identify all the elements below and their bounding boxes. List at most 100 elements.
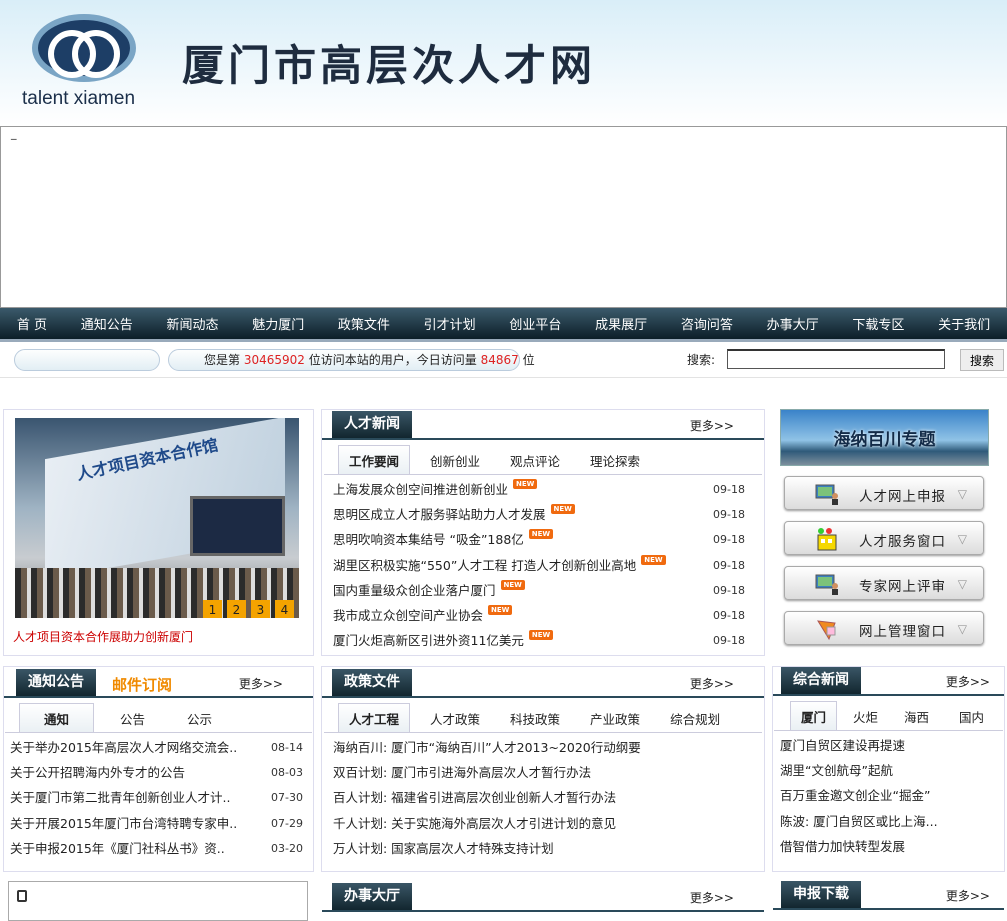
site-logo[interactable]: talent xiamen	[20, 12, 150, 112]
policy-more[interactable]: 更多>>	[690, 675, 734, 692]
notices-list: 关于举办2015年高层次人才网络交流会.. 08-14 关于公开招聘海内外专才的公…	[10, 735, 303, 861]
general-news-more[interactable]: 更多>>	[946, 673, 990, 690]
list-item[interactable]: 国内重量级众创企业落户厦门 NEW 09-18	[333, 578, 745, 603]
service-window-icon	[817, 528, 837, 551]
list-item[interactable]: 湖里区积极实施“550”人才工程 打造人才创新创业高地 NEW 09-18	[333, 553, 745, 578]
list-item[interactable]: 百万重金邀文创企业“掘金”	[780, 783, 1000, 808]
nav-qa[interactable]: 咨询问答	[681, 314, 733, 333]
tab-torch[interactable]: 火炬	[849, 702, 882, 730]
nav-recruit-plan[interactable]: 引才计划	[424, 314, 476, 333]
tab-notice[interactable]: 通知	[19, 703, 95, 732]
photo-caption[interactable]: 人才项目资本合作展助力创新厦门	[13, 628, 193, 645]
tab-xiamen[interactable]: 厦门	[790, 701, 838, 730]
new-badge: NEW	[641, 554, 666, 565]
talent-service-button[interactable]: 人才服务窗口 ▽	[784, 521, 984, 555]
news-title: 国内重量级众创企业落户厦门	[333, 582, 496, 598]
news-title: 上海发展众创空间推进创新创业	[333, 482, 509, 497]
tab-opinion[interactable]: 观点评论	[500, 446, 570, 474]
list-item[interactable]: 思明吹响资本集结号 “吸金”188亿 NEW 09-18	[333, 527, 745, 552]
list-item[interactable]: 陈波: 厦门自贸区或比上海...	[780, 809, 1000, 834]
nav-service-hall[interactable]: 办事大厅	[767, 314, 819, 333]
talent-news-more[interactable]: 更多>>	[690, 417, 734, 434]
tab-divider	[324, 474, 762, 475]
general-news-tabs: 厦门 火炬 海西 国内	[790, 701, 992, 730]
news-title: 厦门火炬高新区引进外资11亿美元	[333, 633, 524, 649]
tab-announcement[interactable]: 公告	[104, 704, 161, 732]
service-hall-more[interactable]: 更多>>	[690, 889, 734, 906]
logo-icon	[32, 14, 136, 82]
online-admin-label: 网上管理窗口	[859, 624, 946, 640]
banner-placeholder: _	[11, 127, 17, 140]
haina-banner[interactable]: 海纳百川专题	[780, 409, 989, 466]
tab-talent-policy[interactable]: 人才政策	[420, 704, 490, 732]
nav-policy[interactable]: 政策文件	[338, 314, 390, 333]
nav-about[interactable]: 关于我们	[938, 314, 990, 333]
monitor-person-icon	[815, 574, 838, 595]
policy-tabs: 人才工程 人才政策 科技政策 产业政策 综合规划	[338, 703, 740, 732]
search-input[interactable]	[727, 349, 945, 369]
tab-tech-policy[interactable]: 科技政策	[500, 704, 570, 732]
nav-news[interactable]: 新闻动态	[166, 314, 218, 333]
tab-work-news[interactable]: 工作要闻	[338, 445, 411, 474]
tab-talent-project[interactable]: 人才工程	[338, 703, 411, 732]
nav-startup[interactable]: 创业平台	[509, 314, 561, 333]
nav-downloads[interactable]: 下载专区	[852, 314, 904, 333]
notice-date: 07-29	[271, 816, 303, 830]
slide-button-4[interactable]: 4	[275, 600, 294, 618]
slide-button-2[interactable]: 2	[227, 600, 246, 618]
expert-review-button[interactable]: 专家网上评审 ▽	[784, 566, 984, 600]
list-item[interactable]: 海纳百川: 厦门市“海纳百川”人才2013~2020行动纲要	[333, 735, 753, 760]
online-admin-button[interactable]: 网上管理窗口 ▽	[784, 611, 984, 645]
nav-achievements[interactable]: 成果展厅	[595, 314, 647, 333]
tab-planning[interactable]: 综合规划	[660, 704, 730, 732]
slideshow-photo[interactable]: 人才项目资本合作馆 1 2 3 4	[15, 418, 299, 618]
download-title: 申报下载	[781, 881, 861, 908]
list-item[interactable]: 厦门火炬高新区引进外资11亿美元 NEW 09-18	[333, 628, 745, 653]
list-item[interactable]: 上海发展众创空间推进创新创业 NEW 09-18	[333, 477, 745, 502]
notices-more[interactable]: 更多>>	[239, 675, 283, 692]
list-item[interactable]: 关于公开招聘海内外专才的公告 08-03	[10, 760, 303, 785]
tab-publicity[interactable]: 公示	[171, 704, 228, 732]
tab-domestic[interactable]: 国内	[951, 702, 992, 730]
email-subscribe-link[interactable]: 邮件订阅	[112, 674, 172, 695]
news-date: 09-18	[713, 508, 745, 522]
policy-list: 海纳百川: 厦门市“海纳百川”人才2013~2020行动纲要 双百计划: 厦门市…	[333, 735, 753, 861]
list-item[interactable]: 双百计划: 厦门市引进海外高层次人才暂行办法	[333, 760, 753, 785]
list-item[interactable]: 百人计划: 福建省引进高层次创业创新人才暂行办法	[333, 785, 753, 810]
chevron-down-icon: ▽	[957, 532, 967, 546]
nav-charm-xiamen[interactable]: 魅力厦门	[252, 314, 304, 333]
list-item[interactable]: 关于厦门市第二批青年创新创业人才计.. 07-30	[10, 785, 303, 810]
list-item[interactable]: 千人计划: 关于实施海外高层次人才引进计划的意见	[333, 811, 753, 836]
talent-news-header: 人才新闻 更多>>	[322, 410, 764, 440]
new-badge: NEW	[488, 604, 513, 615]
search-button[interactable]: 搜索	[960, 349, 1004, 371]
slide-button-3[interactable]: 3	[251, 600, 270, 618]
chevron-down-icon: ▽	[957, 487, 967, 501]
tab-haixi[interactable]: 海西	[894, 702, 939, 730]
slide-button-1[interactable]: 1	[203, 600, 222, 618]
tab-innovation[interactable]: 创新创业	[420, 446, 490, 474]
talent-apply-label: 人才网上申报	[859, 489, 946, 505]
search-label: 搜索:	[687, 353, 716, 367]
site-header: talent xiamen 厦门市高层次人才网	[0, 0, 1007, 126]
logo-text: talent xiamen	[22, 88, 136, 109]
news-title: 湖里区积极实施“550”人才工程 打造人才创新创业高地	[333, 557, 637, 573]
talent-service-label: 人才服务窗口	[859, 534, 946, 550]
list-item[interactable]: 思明区成立人才服务驿站助力人才发展 NEW 09-18	[333, 502, 745, 527]
list-item[interactable]: 厦门自贸区建设再提速	[780, 733, 1000, 758]
tab-theory[interactable]: 理论探索	[580, 446, 650, 474]
nav-notices[interactable]: 通知公告	[81, 314, 133, 333]
list-item[interactable]: 我市成立众创空间产业协会 NEW 09-18	[333, 603, 745, 628]
list-item[interactable]: 借智借力加快转型发展	[780, 834, 1000, 859]
nav-home[interactable]: 首 页	[17, 314, 47, 333]
bottom-left-panel	[8, 881, 308, 921]
notice-title: 关于申报2015年《厦门社科丛书》资..	[10, 840, 225, 856]
tab-industry-policy[interactable]: 产业政策	[580, 704, 650, 732]
download-more[interactable]: 更多>>	[946, 887, 990, 904]
list-item[interactable]: 关于申报2015年《厦门社科丛书》资.. 03-20	[10, 836, 303, 861]
list-item[interactable]: 关于开展2015年厦门市台湾特聘专家申.. 07-29	[10, 811, 303, 836]
talent-apply-button[interactable]: 人才网上申报 ▽	[784, 476, 984, 510]
list-item[interactable]: 万人计划: 国家高层次人才特殊支持计划	[333, 836, 753, 861]
list-item[interactable]: 关于举办2015年高层次人才网络交流会.. 08-14	[10, 735, 303, 760]
list-item[interactable]: 湖里“文创航母”起航	[780, 758, 1000, 783]
